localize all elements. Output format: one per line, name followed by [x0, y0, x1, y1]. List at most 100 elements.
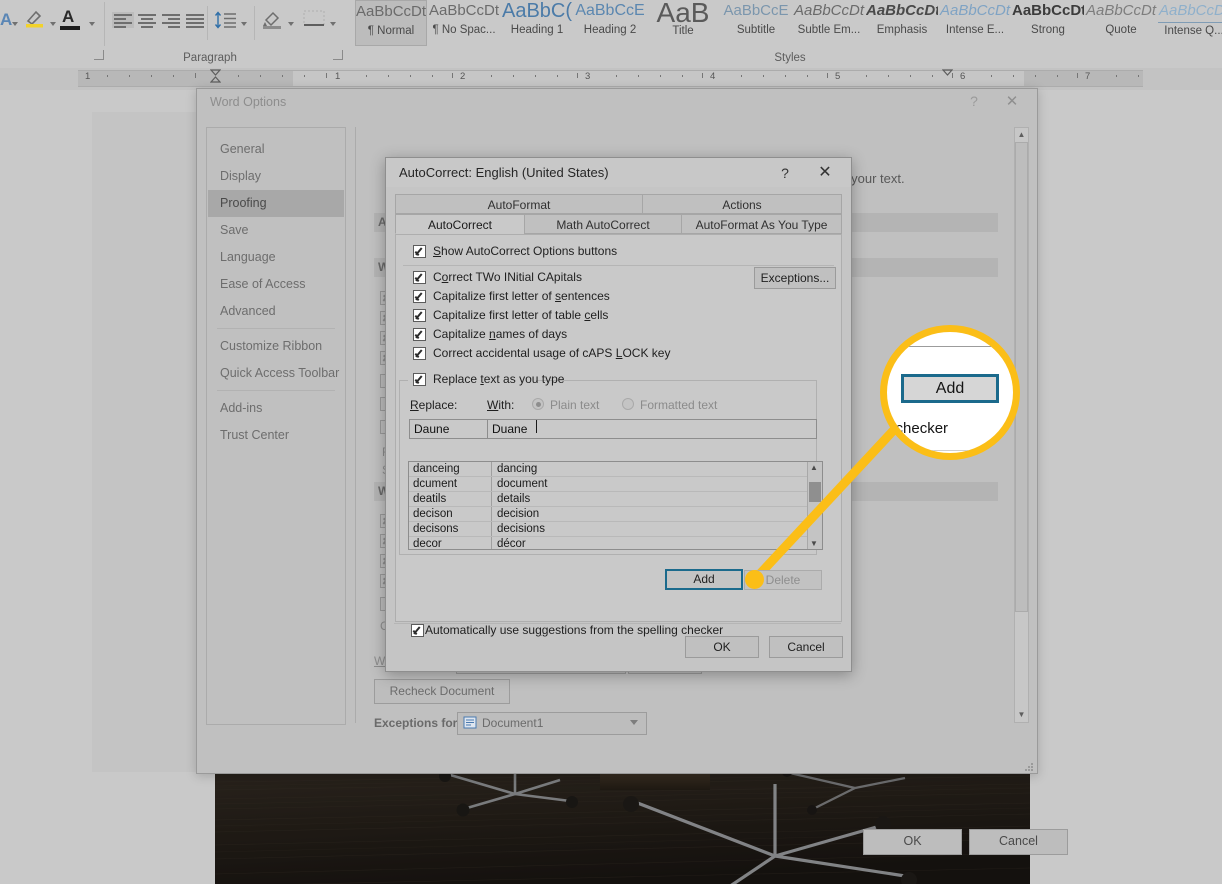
list-item[interactable]: decison decision — [409, 507, 807, 522]
resize-grip[interactable] — [1024, 761, 1034, 771]
word-options-ok-button[interactable]: OK — [863, 829, 962, 855]
style-item-intense-emphasis[interactable]: AaBbCcDt Intense E... — [939, 0, 1011, 46]
chevron-down-icon[interactable] — [50, 22, 56, 26]
tab-math-autocorrect[interactable]: Math AutoCorrect — [524, 214, 682, 234]
style-item-normal[interactable]: AaBbCcDt ¶ Normal — [355, 0, 427, 46]
style-item-intense-quote[interactable]: AaBbCcDt Intense Q... — [1158, 0, 1222, 46]
align-center-icon[interactable] — [136, 12, 158, 28]
style-item-heading-2[interactable]: AaBbCcE Heading 2 — [574, 0, 646, 46]
checkbox-correct-caps-lock[interactable] — [413, 347, 426, 360]
tab-actions[interactable]: Actions — [642, 194, 842, 214]
checkbox-show-autocorrect-options[interactable] — [413, 245, 426, 258]
magnified-divider-bottom — [887, 450, 1013, 451]
tab-autoformat[interactable]: AutoFormat — [395, 194, 643, 214]
chevron-up-icon[interactable]: ▲ — [1015, 128, 1028, 142]
word-options-nav: General Display Proofing Save Language E… — [206, 127, 346, 725]
nav-item-quick-access-toolbar[interactable]: Quick Access Toolbar — [208, 360, 344, 387]
add-button[interactable]: Add — [665, 569, 743, 590]
list-item[interactable]: decor décor — [409, 537, 807, 549]
chevron-down-icon[interactable] — [630, 720, 638, 725]
tab-autocorrect[interactable]: AutoCorrect — [395, 214, 525, 234]
nav-item-proofing[interactable]: Proofing — [208, 190, 344, 217]
checkbox-correct-two-initial-capitals[interactable] — [413, 271, 426, 284]
style-item-emphasis[interactable]: AaBbCcDt Emphasis — [866, 0, 938, 46]
left-indent-marker[interactable] — [209, 69, 222, 83]
style-item-strong[interactable]: AaBbCcDt Strong — [1012, 0, 1084, 46]
nav-item-trust-center[interactable]: Trust Center — [208, 422, 344, 449]
style-item-heading-1[interactable]: AaBbC( Heading 1 — [501, 0, 573, 46]
style-item-title[interactable]: AaB Title — [647, 0, 719, 46]
replace-input[interactable]: Daune — [409, 419, 497, 439]
recheck-document-button[interactable]: Recheck Document — [374, 679, 510, 704]
autocorrect-ok-button[interactable]: OK — [685, 636, 759, 658]
nav-item-ease-of-access[interactable]: Ease of Access — [208, 271, 344, 298]
right-indent-marker[interactable] — [941, 69, 954, 82]
align-right-icon[interactable] — [160, 12, 182, 28]
list-item[interactable]: decisons decisions — [409, 522, 807, 537]
nav-item-display[interactable]: Display — [208, 163, 344, 190]
nav-item-add-ins[interactable]: Add-ins — [208, 395, 344, 422]
checkbox-capitalize-first-letter-sentences[interactable] — [413, 290, 426, 303]
autocorrect-titlebar: AutoCorrect: English (United States) ? ✕ — [386, 158, 851, 187]
shading-icon[interactable] — [261, 9, 283, 32]
paragraph-dialog-launcher[interactable] — [94, 50, 104, 60]
style-item-no-spacing[interactable]: AaBbCcDt ¶ No Spac... — [428, 0, 500, 46]
style-item-quote[interactable]: AaBbCcDt Quote — [1085, 0, 1157, 46]
close-icon[interactable]: ✕ — [999, 92, 1025, 112]
chevron-down-icon[interactable] — [288, 22, 294, 26]
magnified-add-button[interactable]: Add — [901, 374, 999, 403]
autocorrect-cancel-button[interactable]: Cancel — [769, 636, 843, 658]
list-item[interactable]: deatils details — [409, 492, 807, 507]
autocorrect-entries-list[interactable]: danceing dancing dcument document deatil… — [408, 461, 823, 550]
ruler-tick-label: 3 — [585, 71, 591, 82]
help-icon[interactable]: ? — [774, 162, 796, 184]
scrollbar-thumb[interactable] — [809, 482, 821, 502]
align-left-icon[interactable] — [112, 12, 134, 28]
style-name: Subtle Em... — [797, 24, 861, 36]
entry-replace: dcument — [413, 478, 458, 490]
word-options-scrollbar[interactable]: ▲ ▼ — [1014, 127, 1029, 723]
chevron-up-icon[interactable]: ▲ — [810, 463, 818, 472]
list-item[interactable]: danceing dancing — [409, 462, 807, 477]
style-item-subtitle[interactable]: AaBbCcE Subtitle — [720, 0, 792, 46]
chevron-down-icon[interactable] — [12, 22, 18, 26]
entries-list-scrollbar[interactable]: ▲ ▼ — [807, 462, 822, 549]
paragraph-dialog-launcher-2[interactable] — [333, 50, 343, 60]
nav-item-customize-ribbon[interactable]: Customize Ribbon — [208, 333, 344, 360]
chevron-down-icon[interactable] — [330, 22, 336, 26]
style-item-subtle-emphasis[interactable]: AaBbCcDt Subtle Em... — [793, 0, 865, 46]
nav-item-general[interactable]: General — [208, 136, 344, 163]
help-icon[interactable]: ? — [964, 93, 984, 109]
style-preview: AaBbCcDt — [866, 2, 938, 19]
nav-item-advanced[interactable]: Advanced — [208, 298, 344, 325]
radio-formatted-text[interactable] — [622, 398, 634, 410]
text-highlight-icon[interactable] — [24, 8, 46, 31]
autocorrect-title: AutoCorrect: English (United States) — [399, 165, 609, 180]
group-divider — [254, 6, 255, 40]
chevron-down-icon[interactable]: ▼ — [810, 539, 818, 548]
line-spacing-icon[interactable] — [214, 11, 238, 32]
exceptions-for-dropdown[interactable]: Document1 — [457, 712, 647, 735]
chevron-down-icon[interactable]: ▼ — [1015, 708, 1028, 722]
nav-item-language[interactable]: Language — [208, 244, 344, 271]
checkbox-replace-text-as-you-type[interactable] — [413, 373, 426, 386]
borders-icon[interactable] — [303, 10, 325, 31]
radio-plain-text[interactable] — [532, 398, 544, 410]
group-divider — [104, 2, 105, 46]
word-options-cancel-button[interactable]: Cancel — [969, 829, 1068, 855]
font-color-a-icon[interactable]: A — [0, 10, 12, 30]
chevron-down-icon[interactable] — [89, 22, 95, 26]
checkbox-capitalize-first-letter-table-cells[interactable] — [413, 309, 426, 322]
align-justify-icon[interactable] — [184, 12, 206, 28]
nav-item-save[interactable]: Save — [208, 217, 344, 244]
list-item[interactable]: dcument document — [409, 477, 807, 492]
horizontal-ruler[interactable]: 1 1 2 3 4 5 6 7 — [0, 68, 1222, 90]
chevron-down-icon[interactable] — [241, 22, 247, 26]
tab-autoformat-as-you-type[interactable]: AutoFormat As You Type — [681, 214, 842, 234]
checkbox-automatically-use-suggestions[interactable] — [411, 624, 424, 637]
close-icon[interactable]: ✕ — [811, 162, 839, 184]
exceptions-button[interactable]: Exceptions... — [754, 267, 836, 289]
magnifier-callout: Add g checker — [880, 325, 1020, 460]
checkbox-capitalize-names-of-days[interactable] — [413, 328, 426, 341]
font-color-icon[interactable]: A — [62, 7, 74, 27]
